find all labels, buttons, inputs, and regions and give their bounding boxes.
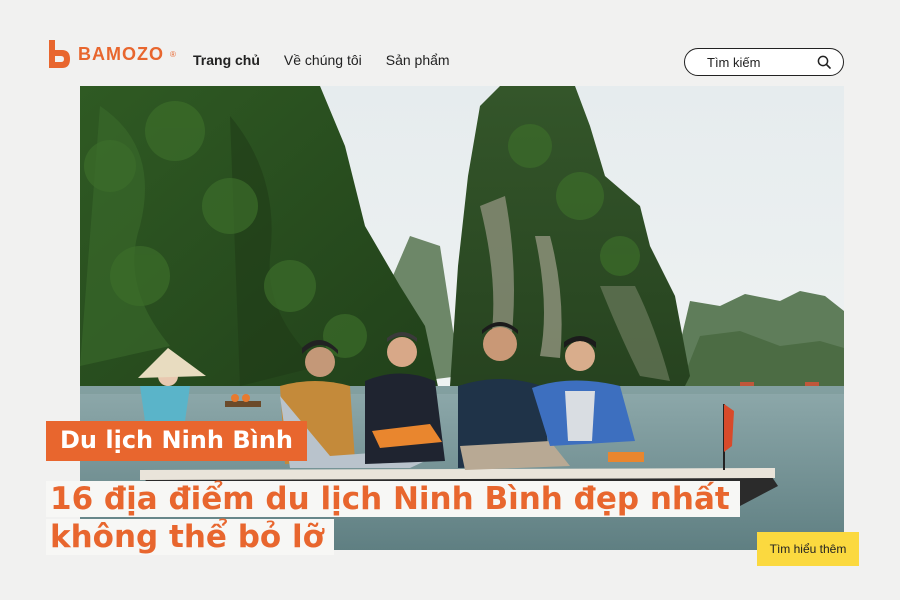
search-icon[interactable] [817, 55, 831, 69]
search-input[interactable] [707, 54, 817, 70]
title-line-2: không thể bỏ lỡ [46, 519, 334, 555]
article-title[interactable]: 16 địa điểm du lịch Ninh Bình đẹp nhất k… [46, 480, 740, 556]
learn-more-button[interactable]: Tìm hiểu thêm [757, 532, 859, 566]
nav-item-home[interactable]: Trang chủ [193, 52, 260, 68]
brand-logo[interactable]: BAMOZO ® [46, 38, 176, 70]
nav-item-products[interactable]: Sản phẩm [386, 52, 450, 68]
registered-mark: ® [170, 49, 176, 59]
brand-name: BAMOZO [78, 43, 164, 64]
category-tag[interactable]: Du lịch Ninh Bình [46, 421, 308, 461]
nav-item-about[interactable]: Về chúng tôi [284, 52, 362, 68]
logo-icon [49, 40, 70, 68]
main-nav: Trang chủ Về chúng tôi Sản phẩm [193, 52, 450, 68]
search-box[interactable] [684, 48, 844, 76]
title-line-1: 16 địa điểm du lịch Ninh Bình đẹp nhất [46, 481, 740, 517]
